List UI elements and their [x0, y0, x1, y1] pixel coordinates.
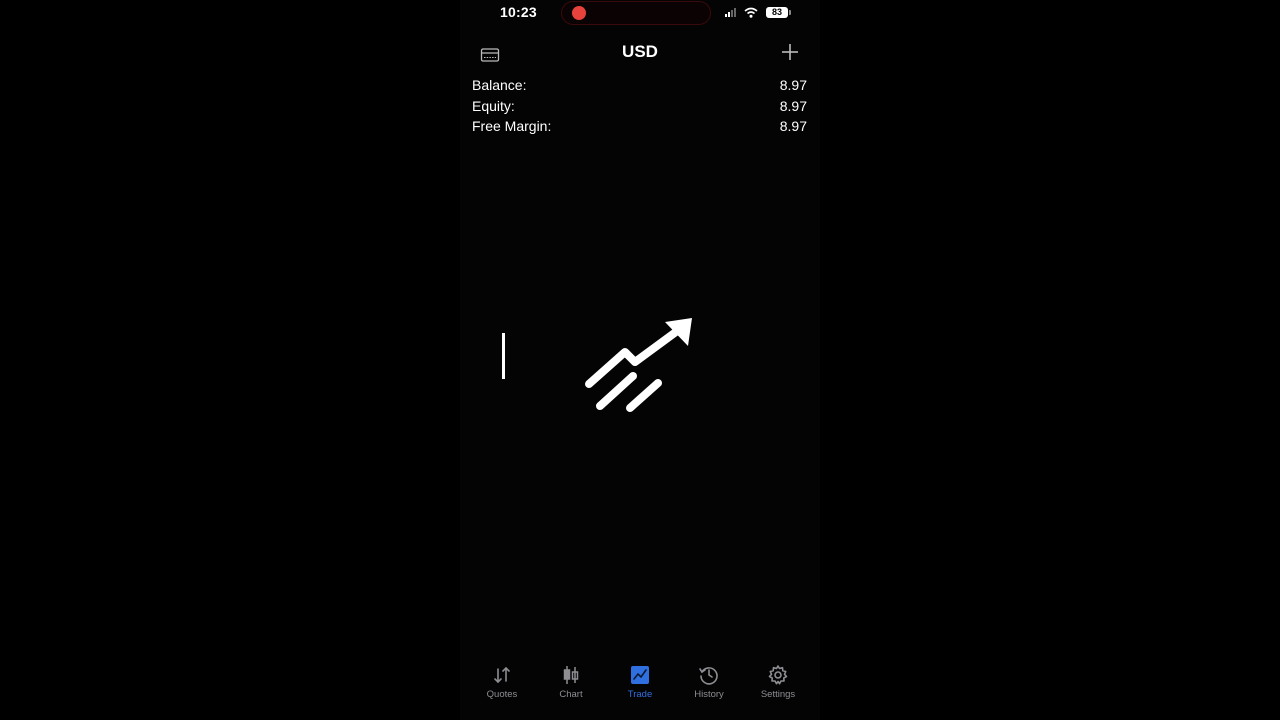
screen-recording-stage: 10:23 83 USD Balance: 8.97 Equity: 8.97 …	[0, 0, 1280, 720]
free-margin-label: Free Margin:	[472, 118, 552, 134]
history-clock-icon	[699, 667, 718, 685]
account-summary: Balance: 8.97 Equity: 8.97 Free Margin: …	[472, 75, 807, 137]
bottom-tab-bar: Quotes Chart Trade History Settings	[460, 664, 820, 712]
tab-settings[interactable]: Settings	[744, 664, 813, 712]
free-margin-value: 8.97	[779, 118, 807, 134]
tab-trade-label: Trade	[627, 689, 653, 700]
equity-row: Equity: 8.97	[472, 96, 807, 117]
tab-trade[interactable]: Trade	[606, 664, 675, 712]
candlestick-icon	[563, 666, 579, 684]
trade-chart-icon	[631, 666, 649, 684]
quotes-arrows-icon	[494, 666, 510, 684]
text-cursor	[502, 333, 505, 379]
balance-label: Balance:	[472, 77, 527, 93]
phone-screen: 10:23 83 USD Balance: 8.97 Equity: 8.97 …	[460, 0, 820, 720]
tab-quotes-label: Quotes	[486, 689, 518, 700]
balance-value: 8.97	[779, 77, 807, 93]
page-title: USD	[622, 42, 658, 61]
tab-history[interactable]: History	[675, 664, 744, 712]
recording-dot-icon	[572, 6, 586, 20]
equity-label: Equity:	[472, 97, 515, 114]
tab-quotes[interactable]: Quotes	[468, 664, 537, 712]
battery-icon: 83	[766, 6, 791, 18]
tab-chart[interactable]: Chart	[537, 664, 606, 712]
gear-icon	[768, 665, 788, 685]
status-time: 10:23	[500, 4, 537, 20]
trend-arrow-logo-icon	[585, 318, 692, 412]
equity-value: 8.97	[779, 97, 807, 114]
tab-history-label: History	[694, 689, 724, 700]
tab-settings-label: Settings	[760, 689, 796, 700]
cellular-signal-icon	[725, 7, 736, 17]
tab-chart-label: Chart	[559, 689, 583, 700]
wifi-icon	[744, 7, 758, 18]
status-indicators: 83	[725, 5, 791, 19]
free-margin-row: Free Margin: 8.97	[472, 116, 807, 137]
plus-icon[interactable]	[780, 42, 800, 62]
dynamic-island	[561, 1, 711, 25]
balance-row: Balance: 8.97	[472, 75, 807, 96]
